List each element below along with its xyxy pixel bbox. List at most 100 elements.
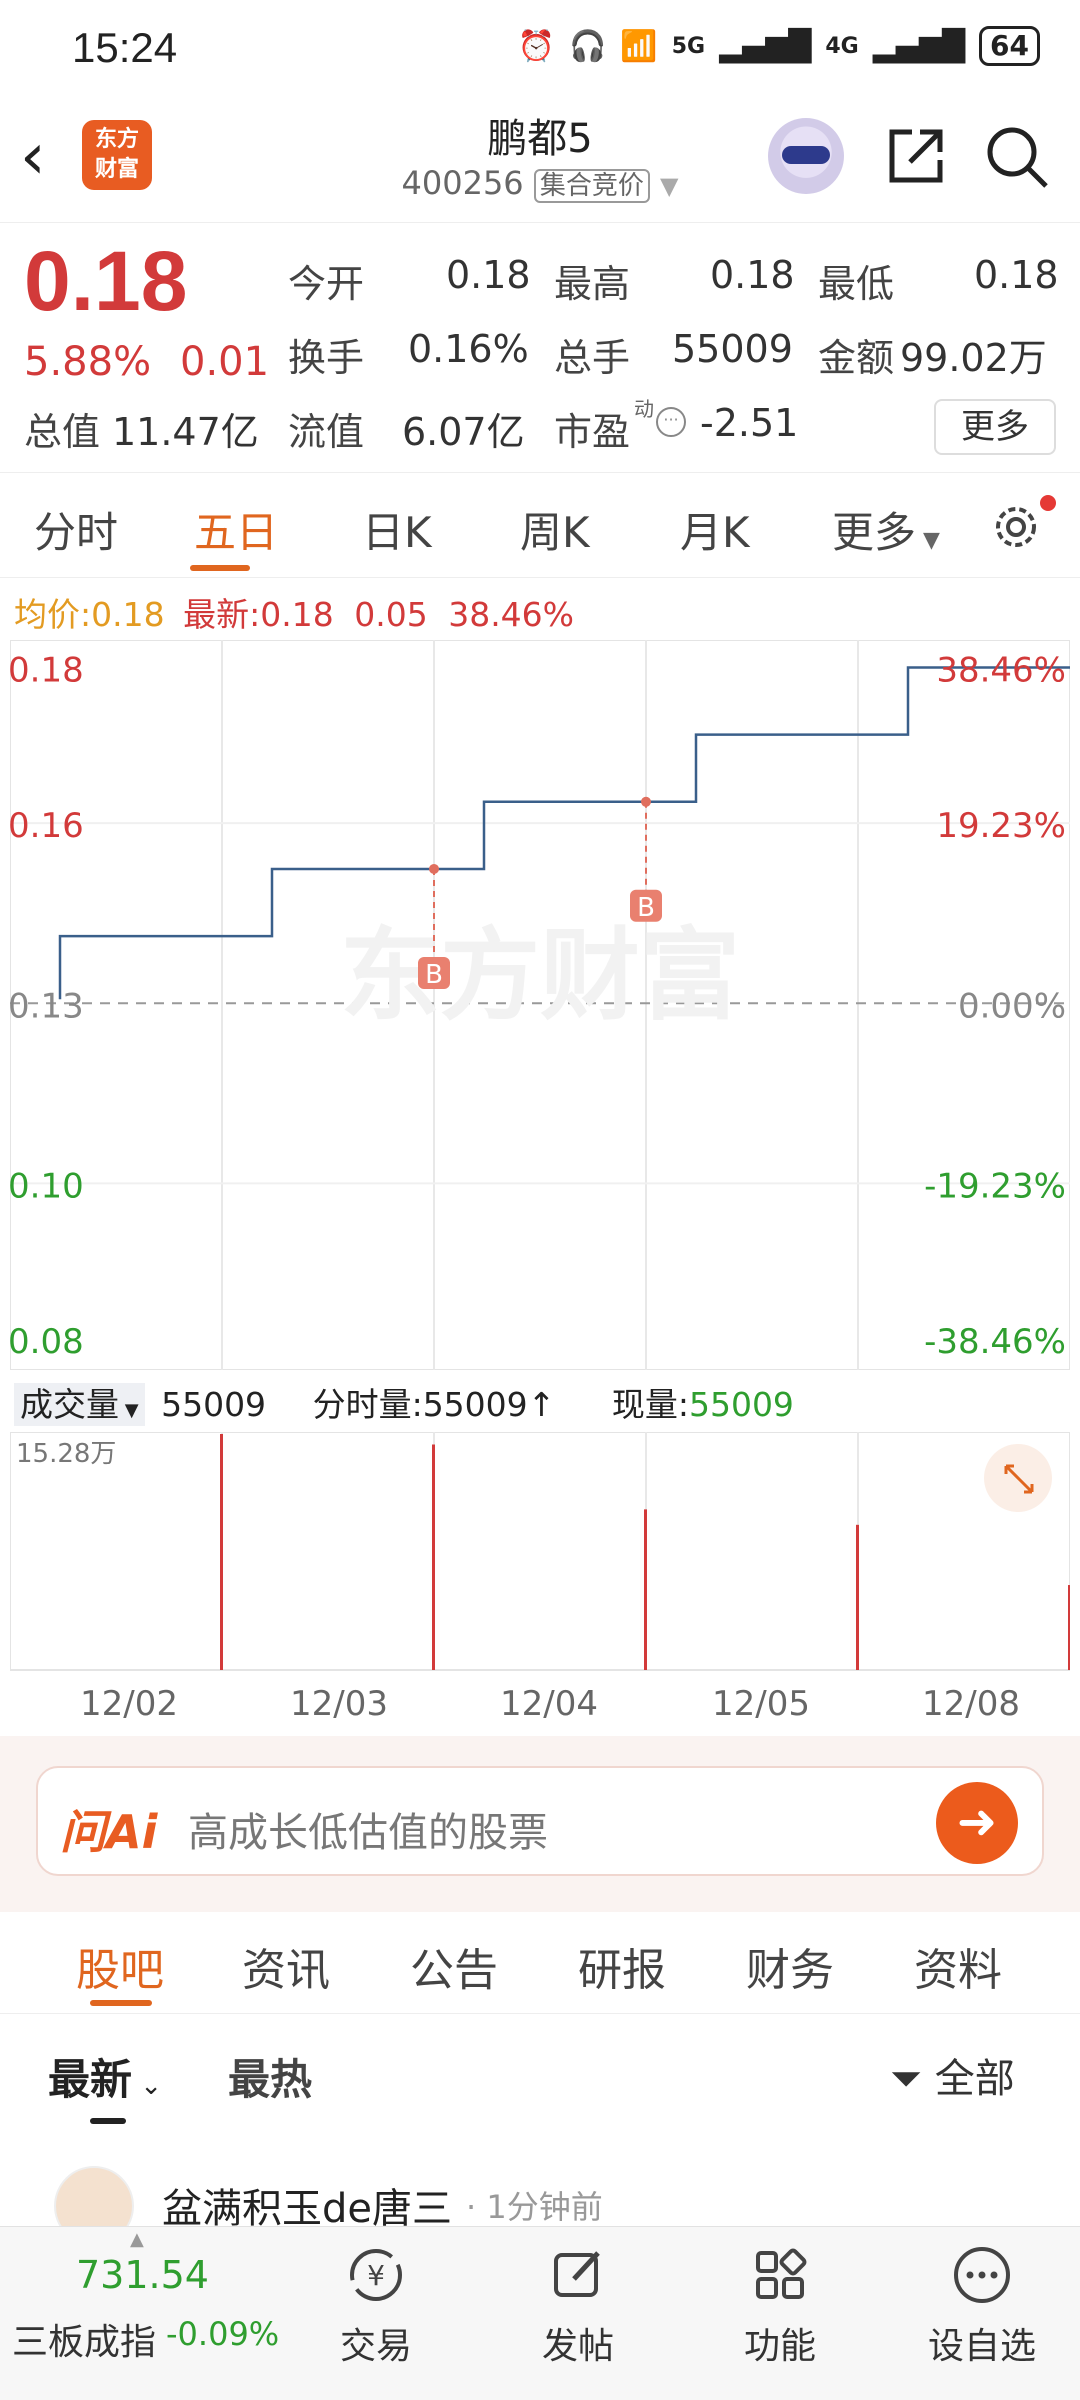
buy-marker-label: B	[425, 960, 443, 990]
index-change: -0.09%	[166, 2315, 280, 2353]
chart-watermark: 东方财富	[340, 917, 740, 1034]
post-username[interactable]: 盆满积玉de唐三	[162, 2176, 452, 2226]
ask-ai-box[interactable]: 问Ai 高成长低估值的股票 ➜	[36, 1766, 1044, 1876]
tab-research[interactable]: 研报	[578, 1934, 666, 1998]
signal-icon: ▂▄▆█	[719, 28, 812, 64]
more-circle-icon	[954, 2247, 1010, 2303]
date-tick: 12/04	[500, 1684, 598, 1724]
y-tick-left: 0.13	[10, 986, 84, 1026]
pe-superscript: 动	[634, 397, 654, 421]
float-value: 6.07亿	[402, 410, 525, 454]
post-item[interactable]: 盆满积玉de唐三 · 1分钟前	[0, 2146, 1080, 2226]
tab-profile[interactable]: 资料	[914, 1934, 1002, 1998]
current-volume-label: 现量:	[611, 1385, 689, 1424]
volume-bar	[220, 1434, 223, 1670]
latest-value: 0.18	[260, 595, 334, 634]
latest-change: 0.05	[354, 595, 428, 634]
ask-ai-input[interactable]: 高成长低估值的股票	[188, 1800, 548, 1858]
active-tab-indicator	[90, 2000, 152, 2006]
volume-indicator-select[interactable]: 成交量 ▼	[14, 1383, 145, 1426]
avatar[interactable]	[54, 2166, 134, 2226]
y-tick-right: -38.46%	[924, 1322, 1066, 1362]
tab-news[interactable]: 资讯	[242, 1934, 330, 1998]
nav-add-watchlist[interactable]: 设自选	[912, 2243, 1052, 2369]
price-chart[interactable]: 东方财富 B B 0.18 0.16 0.13 0.10 0.08 38.46% 19.23%…	[10, 640, 1070, 1370]
bottom-nav: ▲ 731.54 三板成指 -0.09% ¥ 交易 发帖 功能 设自选	[0, 2226, 1080, 2400]
edit-icon	[554, 2251, 600, 2297]
date-tick: 12/02	[80, 1684, 178, 1724]
tab-intraday[interactable]: 分时	[34, 499, 118, 560]
volume-info: 成交量 ▼ 55009 分时量:55009↑ 现量:55009	[14, 1378, 1074, 1426]
volume-bar	[1068, 1585, 1070, 1670]
caret-up-icon: ▲	[130, 2229, 144, 2250]
buy-marker-label: B	[637, 893, 655, 923]
amount-value: 99.02万	[900, 336, 1047, 380]
current-price: 0.18	[24, 234, 188, 328]
settings-gear-icon[interactable]	[988, 499, 1044, 555]
mktcap-label: 总值	[24, 410, 101, 454]
tab-forum[interactable]: 股吧	[76, 1934, 164, 1998]
tab-five-day[interactable]: 五日	[194, 499, 278, 560]
stock-header: ‹ 东方 财富 鹏都5 400256 集合竞价 ▼	[0, 100, 1080, 220]
status-icons: ⏰ 🎧 📶 5G ▂▄▆█ 4G ▂▄▆█ 64	[518, 26, 1040, 66]
amount-label: 金额	[818, 336, 895, 380]
period-volume-value: 55009	[422, 1385, 528, 1424]
tab-announcements[interactable]: 公告	[410, 1934, 498, 1998]
y-tick-left: 0.16	[10, 806, 84, 846]
y-tick-right: 0.00%	[958, 986, 1066, 1026]
signal-4g-label: 4G	[825, 33, 859, 59]
signal-5g-label: 5G	[671, 33, 706, 59]
ai-robot-avatar[interactable]	[768, 118, 844, 194]
svg-text:¥: ¥	[367, 2259, 385, 2292]
low-label: 最低	[818, 262, 895, 306]
open-value: 0.18	[446, 253, 531, 297]
y-tick-right: 19.23%	[936, 806, 1066, 846]
notification-dot	[1040, 495, 1056, 511]
tab-daily-k[interactable]: 日K	[362, 499, 432, 560]
filter-latest-label: 最新	[48, 2055, 133, 2104]
tab-more[interactable]: 更多 ▼	[832, 499, 940, 560]
active-tab-indicator	[190, 565, 250, 571]
dropdown-icon: ▼	[660, 172, 679, 200]
nav-add-watchlist-label: 设自选	[927, 2326, 1036, 2367]
volume-chart[interactable]: 15.28万	[10, 1432, 1070, 1672]
nav-functions-label: 功能	[743, 2326, 816, 2367]
avg-price-value: 0.18	[91, 595, 165, 634]
ask-ai-section: 问Ai 高成长低估值的股票 ➜	[0, 1736, 1080, 1912]
latest-label: 最新:	[183, 595, 261, 634]
post-time: · 1分钟前	[466, 2188, 603, 2226]
y-tick-left: 0.18	[10, 650, 84, 690]
period-volume-label: 分时量:	[312, 1385, 423, 1424]
nav-functions[interactable]: 功能	[710, 2243, 850, 2369]
change-value: 0.01	[180, 339, 270, 385]
tab-finance[interactable]: 财务	[746, 1934, 834, 1998]
nav-post[interactable]: 发帖	[508, 2243, 648, 2369]
search-icon[interactable]	[984, 124, 1050, 190]
low-value: 0.18	[974, 253, 1059, 297]
nav-post-label: 发帖	[541, 2326, 614, 2367]
status-time: 15:24	[72, 24, 178, 71]
volume-total: 55009	[161, 1385, 267, 1424]
nav-trade[interactable]: ¥ 交易	[306, 2243, 446, 2369]
date-tick: 12/03	[290, 1684, 388, 1724]
volume-value: 55009	[672, 327, 793, 371]
filter-all[interactable]: ⏷ 全部	[890, 2046, 1015, 2104]
pe-label: 市盈	[554, 410, 631, 454]
share-icon[interactable]	[884, 124, 948, 188]
filter-hot[interactable]: 最热	[228, 2046, 312, 2107]
grid-icon	[756, 2248, 807, 2299]
arrow-right-icon[interactable]: ➜	[936, 1782, 1018, 1864]
tab-weekly-k[interactable]: 周K	[520, 499, 590, 560]
nav-trade-label: 交易	[339, 2326, 412, 2367]
date-tick: 12/08	[922, 1684, 1020, 1724]
tab-monthly-k[interactable]: 月K	[680, 499, 750, 560]
info-icon[interactable]: ···	[656, 407, 686, 437]
dropdown-icon: ▼	[916, 528, 940, 553]
current-volume-value: 55009	[688, 1385, 794, 1424]
dropdown-icon: ▼	[119, 1400, 139, 1421]
index-value[interactable]: 731.54	[76, 2253, 209, 2297]
more-stats-button[interactable]: 更多	[934, 399, 1056, 455]
index-name[interactable]: 三板成指	[12, 2313, 156, 2365]
turnover-label: 换手	[288, 336, 365, 380]
filter-latest[interactable]: 最新 ⌄	[48, 2046, 162, 2107]
